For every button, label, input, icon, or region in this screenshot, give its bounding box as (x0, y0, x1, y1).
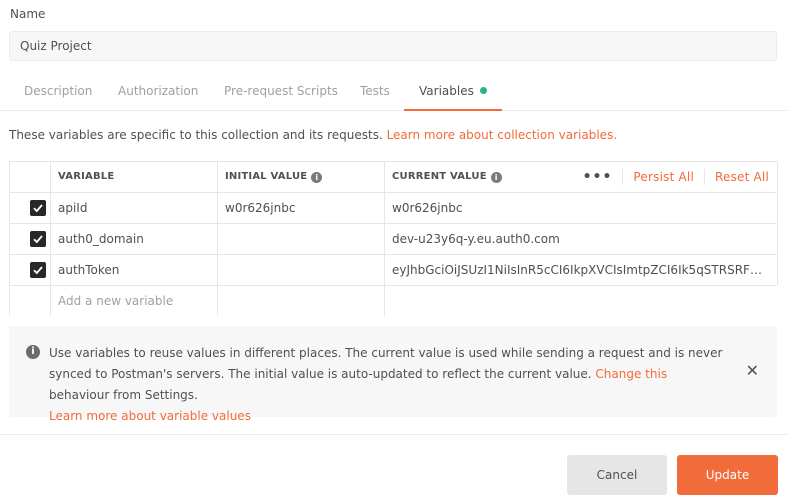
initial-value-cell[interactable] (218, 255, 385, 285)
update-button[interactable]: Update (677, 455, 778, 495)
initial-value-cell[interactable]: w0r626jnbc (218, 193, 385, 223)
tab-label: Description (24, 84, 93, 98)
header-current-value: CURRENT VALUE i ••• Persist All Reset All (385, 162, 778, 192)
learn-more-collection-variables-link[interactable]: Learn more about collection variables. (387, 128, 618, 142)
header-initial-value-label: INITIAL VALUE (225, 171, 308, 182)
variables-table: VARIABLE INITIAL VALUE i CURRENT VALUE i •… (9, 161, 778, 316)
variables-notice: i Use variables to reuse values in diffe… (9, 326, 777, 423)
current-value-cell[interactable]: w0r626jnbc (385, 193, 778, 223)
variable-name-cell[interactable]: auth0_domain (51, 224, 218, 254)
variable-name-cell[interactable]: apiId (51, 193, 218, 223)
tab-pre-request-scripts[interactable]: Pre-request Scripts (209, 74, 353, 111)
checkmark-icon (33, 235, 43, 244)
info-icon[interactable]: i (311, 172, 323, 183)
header-current-value-label: CURRENT VALUE (392, 171, 487, 182)
info-icon[interactable]: i (490, 172, 502, 183)
checkmark-icon (33, 204, 43, 213)
tab-bar: Description Authorization Pre-request Sc… (0, 74, 788, 111)
table-row: auth0_domain dev-u23y6q-y.eu.auth0.com (10, 224, 778, 255)
header-checkbox-cell (10, 162, 51, 192)
variable-checkbox[interactable] (30, 200, 46, 216)
header-variable: VARIABLE (51, 162, 218, 192)
notice-text-part: behaviour from Settings. (49, 388, 198, 402)
variable-checkbox[interactable] (30, 262, 46, 278)
checkmark-icon (33, 266, 43, 275)
info-line: These variables are specific to this col… (9, 128, 617, 142)
header-initial-value: INITIAL VALUE i (218, 162, 385, 192)
tab-variables[interactable]: Variables (404, 74, 502, 111)
variable-name-cell[interactable]: authToken (51, 255, 218, 285)
notice-text: Use variables to reuse values in differe… (49, 343, 729, 427)
header-actions: ••• Persist All Reset All (583, 162, 769, 192)
tab-tests[interactable]: Tests (345, 74, 405, 111)
variable-checkbox[interactable] (30, 231, 46, 247)
checkbox-cell (10, 193, 51, 223)
table-row: authToken eyJhbGciOiJSUzI1NiIsInR5cCI6Ik… (10, 255, 778, 286)
table-header: VARIABLE INITIAL VALUE i CURRENT VALUE i •… (10, 162, 778, 193)
learn-more-variable-values-link[interactable]: Learn more about variable values (49, 409, 251, 423)
initial-value-cell[interactable] (218, 224, 385, 254)
close-icon[interactable]: ✕ (746, 363, 759, 379)
checkbox-cell (10, 224, 51, 254)
tab-label: Authorization (118, 84, 199, 98)
checkbox-cell (10, 286, 51, 316)
tab-label: Pre-request Scripts (224, 84, 338, 98)
tab-label: Tests (360, 84, 390, 98)
reset-all-button[interactable]: Reset All (705, 169, 769, 185)
status-dot (479, 87, 487, 94)
divider (0, 434, 788, 435)
change-this-link[interactable]: Change this (595, 367, 667, 381)
checkbox-cell (10, 255, 51, 285)
header-variable-label: VARIABLE (58, 171, 115, 182)
add-variable-row: Add a new variable (10, 286, 777, 316)
cancel-button[interactable]: Cancel (567, 455, 667, 495)
info-text: These variables are specific to this col… (9, 128, 387, 142)
initial-value-cell[interactable] (218, 286, 385, 316)
current-value-cell[interactable] (385, 286, 778, 316)
info-icon: i (26, 345, 40, 359)
name-field[interactable]: Quiz Project (9, 31, 777, 61)
add-variable-input[interactable]: Add a new variable (51, 286, 218, 316)
current-value-cell[interactable]: dev-u23y6q-y.eu.auth0.com (385, 224, 778, 254)
table-row: apiId w0r626jnbc w0r626jnbc (10, 193, 778, 224)
persist-all-button[interactable]: Persist All (623, 169, 705, 185)
tab-label: Variables (419, 84, 474, 98)
tab-description[interactable]: Description (9, 74, 107, 111)
current-value-cell[interactable]: eyJhbGciOiJSUzI1NiIsInR5cCI6IkpXVCIsImtp… (385, 255, 778, 285)
tab-authorization[interactable]: Authorization (103, 74, 213, 111)
more-options-icon[interactable]: ••• (583, 169, 624, 185)
name-label: Name (10, 7, 46, 21)
